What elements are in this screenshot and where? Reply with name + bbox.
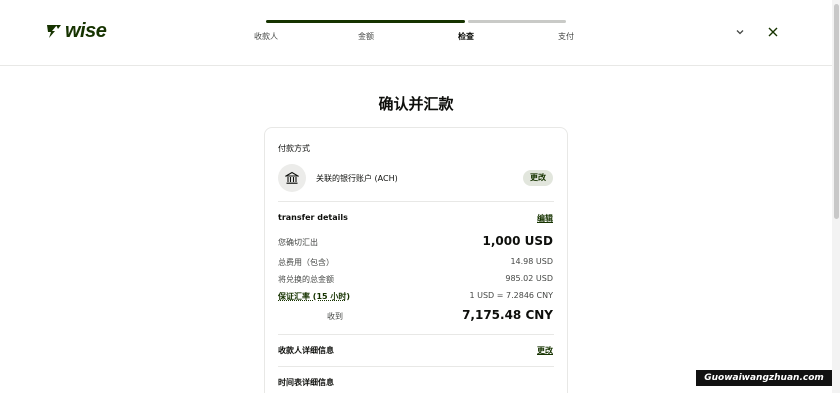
- payment-method-label: 关联的银行账户 (ACH): [316, 174, 398, 183]
- wise-logo[interactable]: wise: [45, 20, 107, 42]
- fee-value: 14.98 USD: [510, 257, 553, 266]
- edit-transfer-link[interactable]: 编辑: [537, 213, 553, 224]
- top-bar: wise 收款人 金额 检查 支付: [0, 0, 840, 66]
- send-amount-value: 1,000 USD: [482, 234, 553, 248]
- receive-amount-value: 7,175.48 CNY: [462, 308, 553, 322]
- scrollbar-thumb[interactable]: [834, 4, 839, 219]
- brand-name: wise: [65, 20, 107, 42]
- watermark: Guowaiwangzhuan.com: [696, 370, 832, 386]
- receive-amount-label: 收到: [327, 312, 343, 321]
- divider: [278, 366, 554, 367]
- page-title: 确认并汇款: [378, 95, 454, 113]
- guaranteed-rate-link[interactable]: 保证汇率 (15 小时): [278, 291, 350, 302]
- close-icon[interactable]: [765, 24, 781, 40]
- progress-bar-complete: [266, 20, 465, 23]
- wise-flag-icon: [47, 25, 61, 38]
- bank-icon: [278, 164, 306, 192]
- recipient-details-title: 收款人详细信息: [278, 346, 334, 355]
- page-scrollbar[interactable]: [832, 0, 840, 393]
- converted-amount-label: 将兑换的总金额: [278, 275, 334, 284]
- exchange-rate-value: 1 USD = 7.2846 CNY: [469, 291, 553, 300]
- step-amount: 金额: [358, 32, 374, 41]
- chevron-down-icon[interactable]: [732, 24, 748, 40]
- step-pay: 支付: [558, 32, 574, 41]
- schedule-details-title: 时间表详细信息: [278, 378, 334, 387]
- change-recipient-link[interactable]: 更改: [537, 345, 553, 356]
- transfer-details-title: transfer details: [278, 213, 348, 222]
- review-card: 付款方式 关联的银行账户 (ACH) 更改 transfer details 编…: [264, 127, 568, 393]
- converted-amount-value: 985.02 USD: [505, 274, 553, 283]
- payment-method-heading: 付款方式: [278, 144, 310, 153]
- change-payment-method-button[interactable]: 更改: [523, 170, 553, 186]
- divider: [278, 201, 554, 202]
- progress-stepper: 收款人 金额 检查 支付: [250, 20, 580, 50]
- progress-bar-remaining: [468, 20, 566, 23]
- send-amount-label: 您确切汇出: [278, 238, 318, 247]
- fee-label: 总费用（包含）: [278, 258, 334, 267]
- step-review: 检查: [458, 32, 474, 41]
- step-recipient: 收款人: [254, 32, 278, 41]
- divider: [278, 334, 554, 335]
